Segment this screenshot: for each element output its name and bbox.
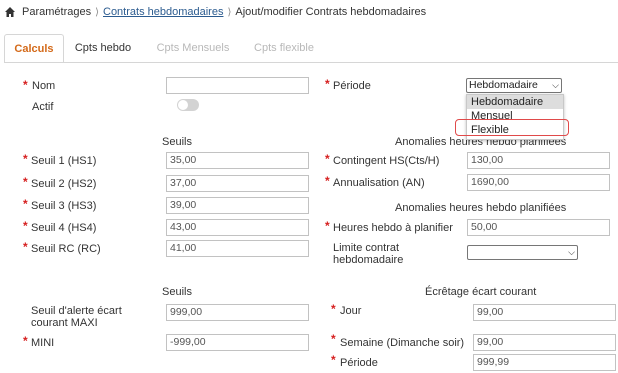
highlight-annotation-box [455,119,569,136]
required-marker: * [325,174,330,188]
breadcrumb-link-contrats[interactable]: Contrats hebdomadaires [103,6,223,18]
tab-bar: Calculs Cpts hebdo Cpts Mensuels Cpts fl… [4,34,618,63]
tab-cpts-hebdo[interactable]: Cpts hebdo [68,34,138,62]
nom-label: Nom [32,80,56,92]
required-marker: * [331,353,336,367]
seuil-alerte-label: Seuil d'alerte écart courant MAXI [31,305,122,329]
contingent-input[interactable]: 130,00 [467,152,610,169]
actif-label: Actif [32,101,54,113]
toggle-knob [178,100,188,110]
required-marker: * [23,219,28,233]
limite-contrat-select[interactable]: ⌵ [467,245,578,260]
periode-selected-value: Hebdomadaire [469,79,538,91]
seuil4-input[interactable]: 43,00 [166,219,309,236]
seuil1-input[interactable]: 35,00 [166,152,309,169]
required-marker: * [331,302,336,316]
periode-label: Période [333,80,371,92]
breadcrumb-current: Ajout/modifier Contrats hebdomadaires [235,6,427,18]
required-marker: * [325,152,330,166]
annualisation-label: Annualisation (AN) [333,177,425,189]
required-marker: * [331,332,336,346]
seuil3-input[interactable]: 39,00 [166,197,309,214]
tab-cpts-flexible: Cpts flexible [254,42,314,54]
required-marker: * [23,175,28,189]
periode-select[interactable]: Hebdomadaire ⌵ [466,78,562,93]
limite-contrat-label: Limite contrat hebdomadaire [333,242,404,266]
seuilrc-input[interactable]: 41,00 [166,240,309,257]
home-icon[interactable] [4,6,16,18]
mini-label: MINI [31,337,55,349]
periode-ecretage-label: Période [340,357,378,369]
seuil3-label: Seuil 3 (HS3) [31,200,97,212]
seuil2-input[interactable]: 37,00 [166,175,309,192]
seuils-header-2: Seuils [162,286,192,298]
breadcrumb-root: Paramétrages [22,6,92,18]
required-marker: * [23,334,28,348]
tab-cpts-mensuels: Cpts Mensuels [156,42,230,54]
required-marker: * [325,77,330,91]
seuil4-label: Seuil 4 (HS4) [31,222,97,234]
required-marker: * [325,219,330,233]
annualisation-input[interactable]: 1690,00 [467,174,610,191]
seuil-alerte-input[interactable]: 999,00 [166,304,309,321]
required-marker: * [23,240,28,254]
contingent-label: Contingent HS(Cts/H) [333,155,440,167]
seuils-header: Seuils [162,136,192,148]
required-marker: * [23,197,28,211]
tab-calculs[interactable]: Calculs [4,34,64,63]
chevron-right-icon: ⟩ [95,6,99,18]
heures-hebdo-label: Heures hebdo à planifier [333,222,453,234]
heures-hebdo-input[interactable]: 50,00 [467,219,610,236]
required-marker: * [23,78,28,92]
semaine-input[interactable]: 99,00 [473,334,616,351]
seuilrc-label: Seuil RC (RC) [31,243,101,255]
caret-down-icon: ⌵ [568,247,575,257]
seuil2-label: Seuil 2 (HS2) [31,178,97,190]
tab-divider [4,62,618,63]
chevron-right-icon: ⟩ [227,6,232,18]
periode-option-hebdomadaire[interactable]: Hebdomadaire [467,95,563,109]
required-marker: * [23,152,28,166]
breadcrumb: Paramétrages ⟩ Contrats hebdomadaires ⟩ … [4,4,426,20]
mini-input[interactable]: -999,00 [166,334,309,351]
seuil1-label: Seuil 1 (HS1) [31,155,97,167]
actif-toggle[interactable] [177,99,199,111]
periode-ecretage-input[interactable]: 999,99 [473,354,616,371]
jour-input[interactable]: 99,00 [473,304,616,321]
ecretage-header: Écrêtage écart courant [425,286,537,298]
caret-down-icon: ⌵ [552,80,559,90]
jour-label: Jour [340,305,362,317]
nom-input[interactable] [166,77,309,94]
anomalies-header-2: Anomalies heures hebdo planifiées [395,202,567,214]
semaine-label: Semaine (Dimanche soir) [340,337,465,349]
